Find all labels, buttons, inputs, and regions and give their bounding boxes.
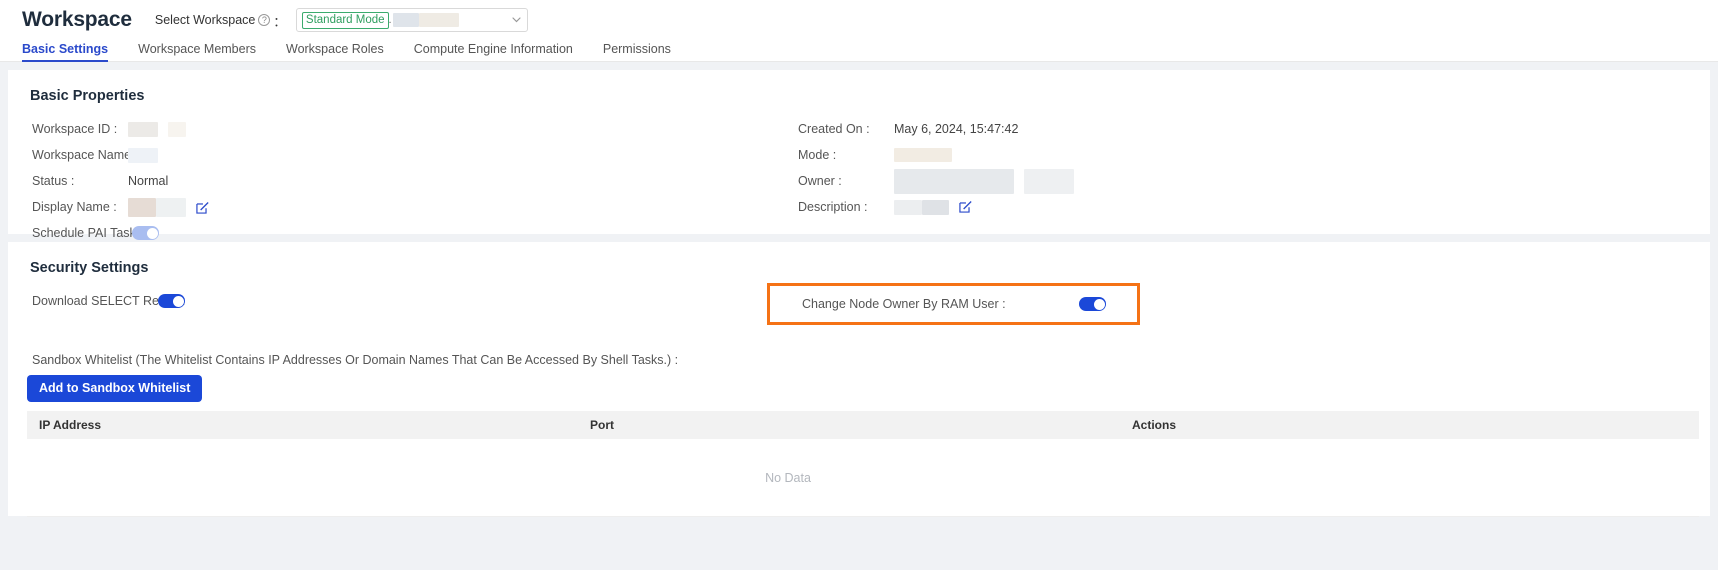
change-node-owner-toggle[interactable]: [1079, 297, 1106, 311]
redacted-value: [894, 199, 922, 215]
property-status: Status : Normal: [32, 168, 209, 194]
header-top-bar: Workspace Select Workspace ? ： Standard …: [0, 0, 1718, 36]
property-value: [894, 148, 952, 162]
property-label: Created On :: [798, 122, 870, 136]
redacted-value-2: [922, 199, 949, 215]
workspace-select[interactable]: Standard Mode .: [295, 8, 528, 32]
property-created-on: Created On : May 6, 2024, 15:47:42: [798, 116, 1074, 142]
download-select-result-label: Download SELECT Result :: [32, 294, 186, 308]
select-workspace-text: Select Workspace: [154, 13, 256, 27]
property-label: Owner :: [798, 174, 842, 188]
workspace-name-separator: .: [388, 14, 392, 26]
property-mode: Mode :: [798, 142, 1074, 168]
sandbox-whitelist-note: Sandbox Whitelist (The Whitelist Contain…: [32, 353, 679, 367]
download-select-result-row: Download SELECT Result :: [32, 294, 185, 308]
tab-workspace-members[interactable]: Workspace Members: [138, 42, 256, 62]
redacted-value: [128, 197, 156, 217]
security-settings-body: Download SELECT Result : Change Node Own…: [8, 276, 1710, 517]
page-title: Workspace: [22, 8, 132, 31]
column-header-ip-address: IP Address: [39, 418, 102, 432]
redacted-value-2: [168, 121, 186, 137]
toggle-knob: [146, 227, 158, 239]
edit-display-name-icon[interactable]: [196, 201, 209, 214]
tab-permissions[interactable]: Permissions: [603, 42, 671, 62]
property-label: Mode :: [798, 148, 837, 162]
property-value: [132, 226, 159, 240]
add-to-sandbox-whitelist-button[interactable]: Add to Sandbox Whitelist: [27, 375, 203, 402]
redacted-value-2: [1024, 168, 1074, 194]
property-description: Description :: [798, 194, 1074, 220]
sandbox-whitelist-table: IP Address Port Actions No Data: [27, 411, 1699, 517]
basic-properties-left-column: Workspace ID : Workspace Name : Status :…: [32, 116, 209, 246]
property-display-name: Display Name :: [32, 194, 209, 220]
basic-properties-card: Basic Properties Workspace ID : Workspac…: [8, 70, 1710, 240]
redacted-value: [894, 168, 1014, 194]
property-value: [894, 199, 972, 215]
property-workspace-id: Workspace ID :: [32, 116, 209, 142]
change-node-owner-highlight-box: Change Node Owner By RAM User :: [767, 283, 1140, 325]
property-value: [128, 121, 186, 137]
property-workspace-name: Workspace Name :: [32, 142, 209, 168]
table-header-row: IP Address Port Actions: [27, 411, 1699, 439]
select-workspace-label: Select Workspace ? ：: [155, 11, 286, 30]
help-icon[interactable]: ?: [258, 14, 271, 26]
property-value: [894, 168, 1074, 194]
page-header: Workspace Select Workspace ? ： Standard …: [0, 0, 1718, 62]
tab-bar: Basic Settings Workspace Members Workspa…: [0, 36, 1718, 62]
edit-description-icon[interactable]: [959, 200, 972, 214]
toggle-knob: [1093, 298, 1105, 310]
redacted-value-2: [156, 197, 186, 217]
redacted-value: [128, 121, 158, 137]
property-value: Normal: [128, 174, 169, 188]
workspace-mode-tag: Standard Mode: [301, 11, 389, 29]
redacted-value: [128, 147, 158, 163]
security-settings-title: Security Settings: [30, 260, 149, 276]
change-node-owner-label: Change Node Owner By RAM User :: [802, 297, 1006, 311]
property-value: May 6, 2024, 15:47:42: [894, 122, 1019, 136]
tab-compute-engine-information[interactable]: Compute Engine Information: [414, 42, 573, 62]
property-label: Status :: [32, 174, 75, 188]
tab-workspace-roles[interactable]: Workspace Roles: [286, 42, 384, 62]
basic-properties-body: Workspace ID : Workspace Name : Status :…: [8, 104, 1710, 240]
column-header-port: Port: [590, 418, 614, 432]
security-settings-card: Security Settings Download SELECT Result…: [8, 242, 1710, 517]
label-colon: ：: [273, 14, 286, 29]
tab-basic-settings[interactable]: Basic Settings: [22, 42, 109, 62]
toggle-knob: [172, 295, 184, 307]
chevron-down-icon[interactable]: [512, 17, 521, 25]
redacted-value-group: [128, 197, 186, 217]
column-header-actions: Actions: [1132, 418, 1177, 432]
property-label: Schedule PAI Tasks :: [32, 226, 149, 240]
workspace-name-redacted-a: [392, 13, 419, 27]
workspace-page: Workspace Select Workspace ? ： Standard …: [0, 0, 1718, 570]
table-empty-message: No Data: [765, 470, 811, 485]
redacted-value: [894, 148, 952, 162]
redacted-value-group: [894, 199, 949, 215]
property-label: Description :: [798, 200, 868, 214]
basic-properties-title: Basic Properties: [30, 88, 145, 104]
basic-properties-right-column: Created On : May 6, 2024, 15:47:42 Mode …: [798, 116, 1074, 220]
property-value: [128, 197, 209, 217]
table-body: No Data: [27, 439, 1699, 517]
download-select-result-toggle[interactable]: [158, 294, 185, 308]
schedule-pai-tasks-toggle[interactable]: [132, 226, 159, 240]
property-label: Workspace ID :: [32, 122, 118, 136]
property-label: Workspace Name :: [32, 148, 139, 162]
property-label: Display Name :: [32, 200, 117, 214]
property-value: [128, 147, 158, 163]
property-owner: Owner :: [798, 168, 1074, 194]
workspace-name-redacted-b: [418, 13, 459, 27]
